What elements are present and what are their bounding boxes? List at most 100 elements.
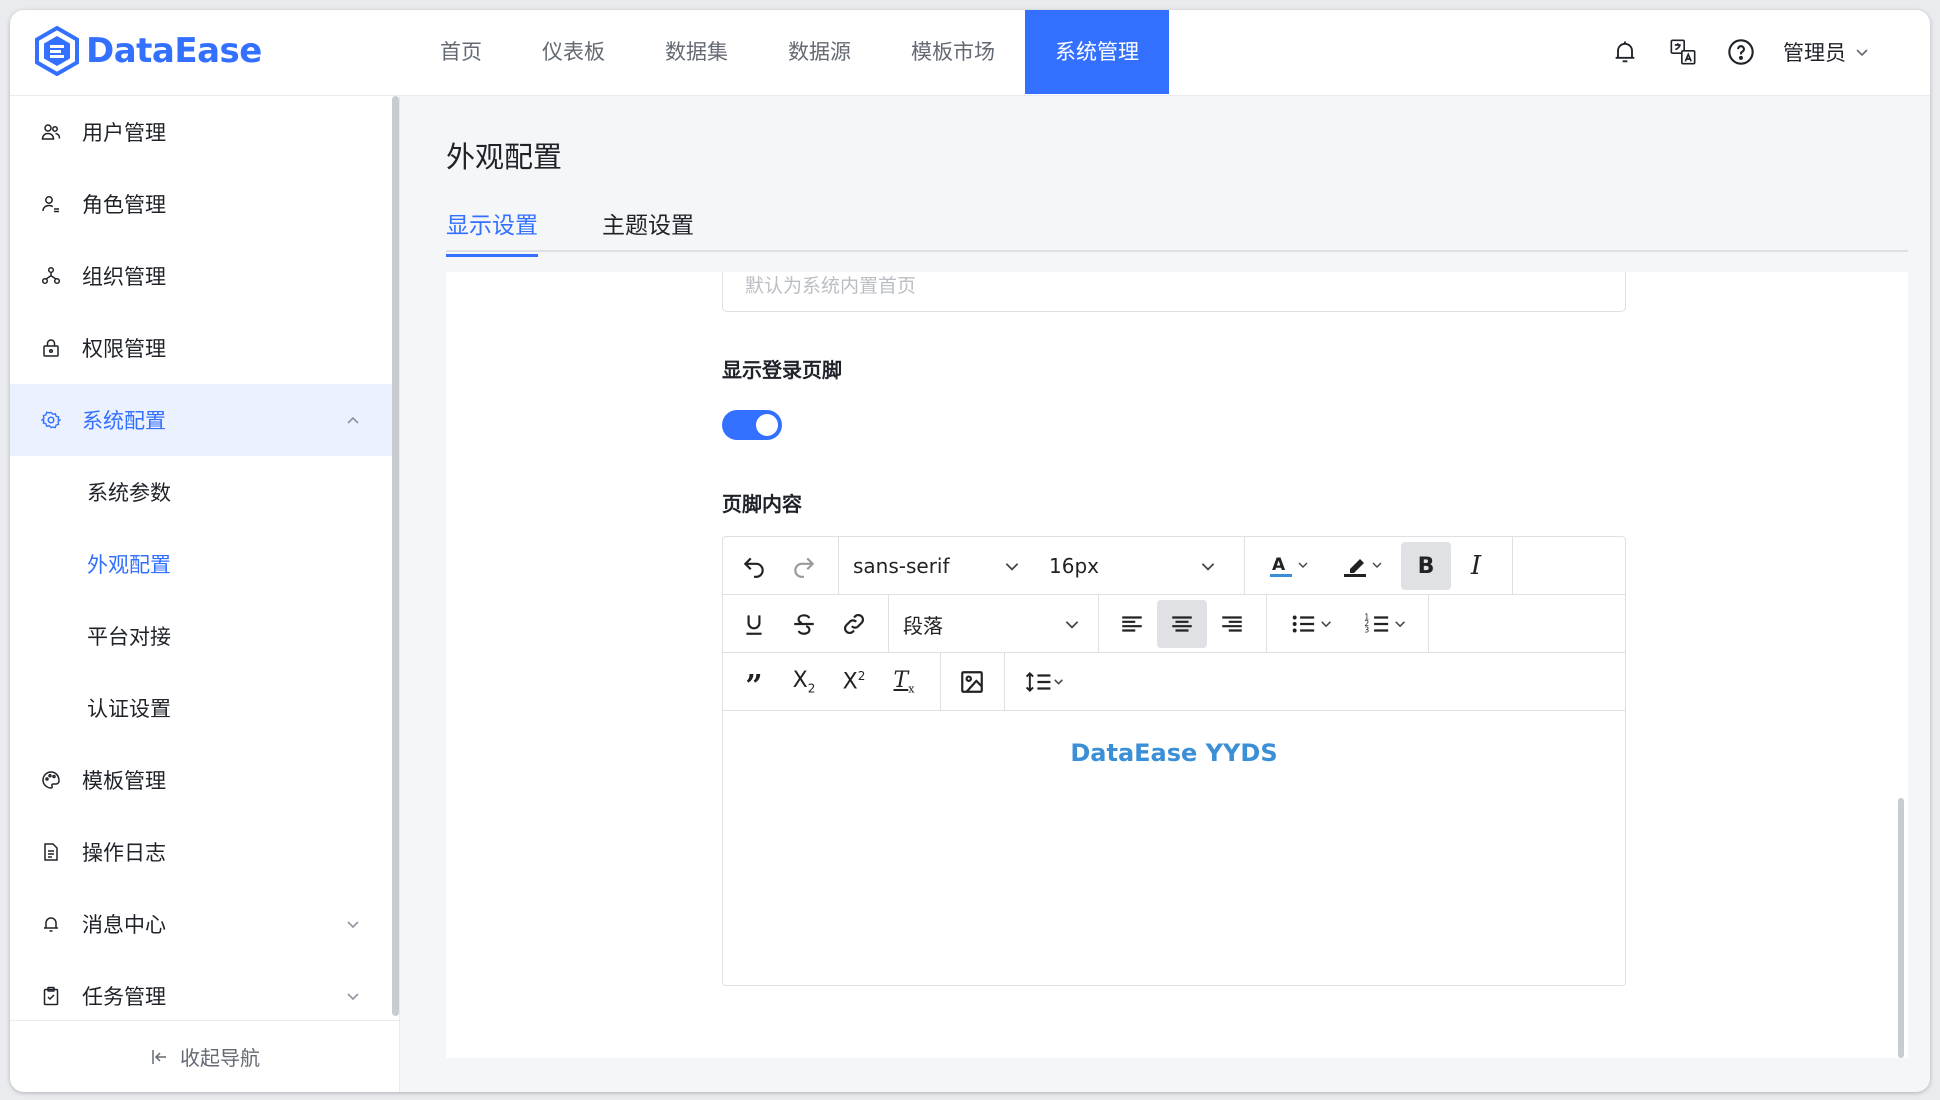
nav-system-management[interactable]: 系统管理 (1025, 10, 1169, 94)
sidebar-item-label: 模板管理 (82, 769, 166, 793)
chevron-down-icon (1201, 563, 1215, 571)
font-family-select[interactable]: sans-serif (839, 542, 1035, 590)
toolbar-row-1: sans-serif 16px A B I (723, 537, 1625, 595)
sidebar-item-roles[interactable]: 角色管理 (10, 168, 393, 240)
clear-format-button[interactable]: Tx (879, 658, 929, 706)
italic-icon: I (1470, 551, 1482, 581)
sidebar-item-label: 系统配置 (82, 409, 166, 433)
redo-button[interactable] (779, 542, 829, 590)
insert-image-button[interactable] (947, 658, 997, 706)
user-name: 管理员 (1783, 41, 1846, 65)
translate-icon[interactable] (1667, 36, 1699, 68)
page-title: 外观配置 (446, 140, 563, 174)
tab-theme-settings[interactable]: 主题设置 (602, 206, 694, 254)
org-icon (40, 265, 62, 287)
chevron-down-icon (1065, 621, 1079, 629)
sidebar-sub-appearance[interactable]: 外观配置 (10, 528, 393, 600)
quote-icon: ” (745, 669, 763, 704)
collapse-nav-label: 收起导航 (180, 1046, 260, 1070)
main-area: 外观配置 显示设置 主题设置 默认为系统内置首页 显示登录页脚 页脚内容 san… (400, 96, 1930, 1092)
undo-button[interactable] (729, 542, 779, 590)
image-icon (961, 671, 983, 693)
sidebar-item-label: 权限管理 (82, 337, 166, 361)
sidebar-item-permissions[interactable]: 权限管理 (10, 312, 393, 384)
bullet-list-icon (1292, 615, 1331, 633)
subscript-icon: X2 (792, 668, 816, 696)
brand-name: DataEase (86, 31, 262, 71)
tab-display-settings[interactable]: 显示设置 (446, 206, 538, 257)
align-center-icon (1172, 616, 1192, 632)
show-footer-label: 显示登录页脚 (722, 358, 842, 382)
strikethrough-icon (794, 614, 814, 635)
sidebar-item-messages[interactable]: 消息中心 (10, 888, 393, 960)
sidebar-item-system-config[interactable]: 系统配置 (10, 384, 393, 456)
font-group: sans-serif 16px (839, 537, 1245, 595)
bold-button[interactable]: B (1401, 542, 1451, 590)
brand-logo[interactable]: DataEase (34, 26, 262, 76)
font-size-value: 16px (1049, 554, 1099, 578)
sidebar-sub-system-params[interactable]: 系统参数 (10, 456, 393, 528)
top-nav: 首页 仪表板 数据集 数据源 模板市场 系统管理 (410, 10, 1169, 94)
align-right-button[interactable] (1207, 600, 1257, 648)
align-left-button[interactable] (1107, 600, 1157, 648)
collapse-left-icon (152, 1049, 166, 1064)
media-group (941, 653, 1005, 711)
sidebar-item-label: 任务管理 (82, 985, 166, 1009)
nav-dataset[interactable]: 数据集 (635, 10, 758, 94)
collapse-nav-button[interactable]: 收起导航 (10, 1020, 400, 1092)
align-center-button[interactable] (1157, 600, 1207, 648)
superscript-button[interactable]: X2 (829, 658, 879, 706)
superscript-icon: X2 (842, 669, 866, 695)
subscript-button[interactable]: X2 (779, 658, 829, 706)
users-icon (40, 121, 62, 143)
line-height-button[interactable] (1013, 658, 1077, 706)
homepage-input[interactable]: 默认为系统内置首页 (722, 272, 1626, 312)
blockquote-button[interactable]: ” (729, 658, 779, 706)
footer-content-label: 页脚内容 (722, 492, 802, 516)
clipboard-icon (40, 985, 62, 1007)
help-icon[interactable] (1725, 36, 1757, 68)
document-icon (40, 841, 62, 863)
editor-body[interactable]: DataEase YYDS (723, 713, 1625, 985)
nav-template-market[interactable]: 模板市场 (881, 10, 1025, 94)
nav-home[interactable]: 首页 (410, 10, 512, 94)
user-menu[interactable]: 管理员 (1783, 37, 1870, 67)
sidebar-sub-platform[interactable]: 平台对接 (10, 600, 393, 672)
font-family-value: sans-serif (853, 554, 950, 578)
text-color-button[interactable]: A (1253, 542, 1327, 590)
toolbar-row-2: 段落 123 (723, 595, 1625, 653)
nav-dashboard[interactable]: 仪表板 (512, 10, 635, 94)
sidebar-sub-auth[interactable]: 认证设置 (10, 672, 393, 744)
nav-datasource[interactable]: 数据源 (758, 10, 881, 94)
font-size-select[interactable]: 16px (1035, 542, 1231, 590)
header-actions: 管理员 (1609, 10, 1870, 94)
numbered-list-button[interactable]: 123 (1349, 600, 1423, 648)
sidebar-item-label: 操作日志 (82, 841, 166, 865)
sidebar-item-org[interactable]: 组织管理 (10, 240, 393, 312)
toolbar-row-3: ” X2 X2 Tx (723, 653, 1625, 711)
line-height-group (1005, 653, 1085, 711)
underline-icon (746, 615, 762, 635)
block-type-value: 段落 (903, 613, 943, 638)
sidebar-item-templates[interactable]: 模板管理 (10, 744, 393, 816)
bold-icon: B (1417, 553, 1435, 579)
strikethrough-button[interactable] (779, 600, 829, 648)
highlight-color-button[interactable] (1327, 542, 1401, 590)
bell-icon[interactable] (1609, 36, 1641, 68)
block-type-select[interactable]: 段落 (889, 600, 1095, 648)
bullet-list-button[interactable] (1275, 600, 1349, 648)
sidebar-item-label: 组织管理 (82, 265, 166, 289)
link-icon (844, 614, 864, 634)
sidebar-scrollbar[interactable] (392, 96, 399, 1016)
footer-content-text: DataEase YYDS (1070, 739, 1278, 767)
show-footer-toggle[interactable] (722, 410, 782, 440)
main-scrollbar[interactable] (1898, 798, 1904, 1058)
sidebar-item-logs[interactable]: 操作日志 (10, 816, 393, 888)
italic-button[interactable]: I (1451, 542, 1501, 590)
settings-tabs: 显示设置 主题设置 (446, 206, 1908, 257)
sidebar-item-users[interactable]: 用户管理 (10, 96, 393, 168)
format-group: ” X2 X2 Tx (723, 653, 941, 711)
link-button[interactable] (829, 600, 879, 648)
top-header: DataEase 首页 仪表板 数据集 数据源 模板市场 系统管理 管理员 (10, 10, 1930, 96)
underline-button[interactable] (729, 600, 779, 648)
